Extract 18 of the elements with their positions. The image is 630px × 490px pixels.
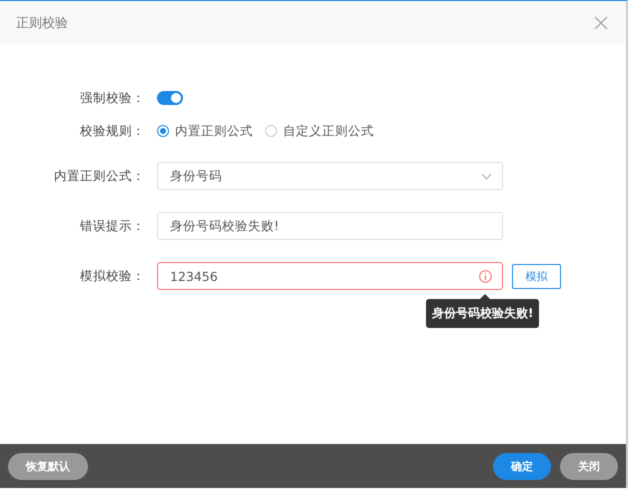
formula-select[interactable]: 身份号码 bbox=[157, 162, 503, 190]
radio-option[interactable]: 自定义正则公式 bbox=[265, 122, 374, 140]
window-title: 正则校验 bbox=[16, 15, 68, 32]
field-label: 强制校验： bbox=[79, 90, 145, 106]
field-label: 内置正则公式： bbox=[53, 168, 145, 184]
error-icon bbox=[479, 270, 492, 282]
toggle-switch[interactable] bbox=[157, 91, 183, 105]
ok-button[interactable]: 确定 bbox=[493, 452, 551, 480]
simulate-button[interactable]: 模拟 bbox=[512, 264, 561, 288]
chevron-down-icon bbox=[481, 172, 492, 180]
radio-option[interactable]: 内置正则公式 bbox=[157, 122, 253, 140]
input-field[interactable]: 身份号码校验失败! bbox=[157, 212, 503, 240]
field-label: 校验规则： bbox=[79, 122, 145, 140]
close-icon[interactable] bbox=[594, 16, 608, 30]
error-tooltip: 身份号码校验失败! bbox=[426, 299, 540, 328]
field-label: 错误提示： bbox=[79, 218, 145, 234]
input-field[interactable]: 123456 bbox=[157, 262, 503, 290]
field-label: 模拟校验： bbox=[79, 268, 145, 284]
